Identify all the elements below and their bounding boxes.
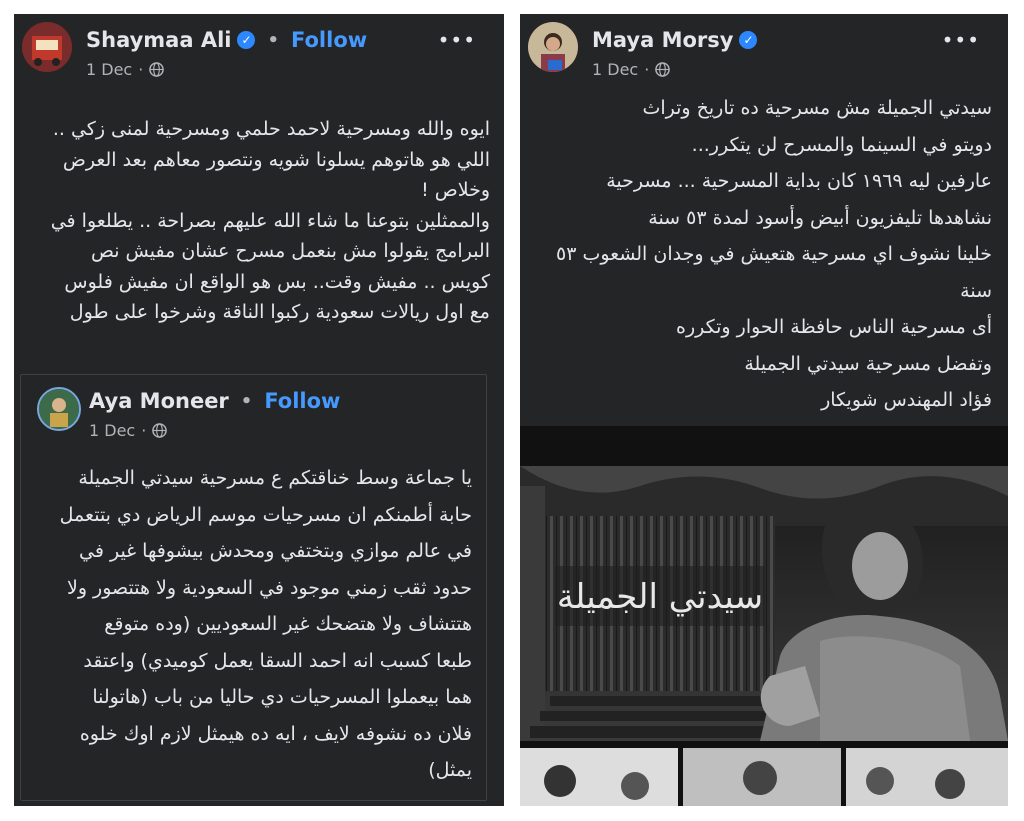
left-post-text: ايوه والله ومسرحية لاحمد حلمي ومسرحية لم…	[20, 114, 490, 328]
post-line: البرامج يقولوا مش بنعمل مسرح عشان مفيش ن…	[90, 240, 490, 262]
author-name[interactable]: Shaymaa Ali	[86, 28, 231, 52]
separator-dot: ·	[644, 60, 650, 79]
post-line: ايوه والله ومسرحية لاحمد حلمي ومسرحية لم…	[52, 118, 490, 140]
post-line: والممثلين بتوعنا ما شاء الله عليهم بصراح…	[50, 209, 490, 232]
photo-title: سيدتي الجميلة	[555, 566, 765, 626]
avatar[interactable]	[37, 387, 81, 431]
more-options-icon[interactable]: •••	[438, 28, 476, 52]
left-post-card: Shaymaa Ali ✓ • Follow 1 Dec · ••• ايوه …	[14, 14, 504, 806]
verified-badge-icon: ✓	[739, 31, 758, 49]
follow-button[interactable]: Follow	[291, 28, 367, 52]
post-date[interactable]: 1 Dec	[89, 421, 135, 440]
post-line: أى مسرحية الناس حافظة الحوار وتكرره	[676, 316, 992, 338]
verified-badge-icon: ✓	[237, 31, 256, 49]
separator-dot: •	[267, 29, 279, 51]
post-meta: 1 Dec ·	[86, 60, 165, 79]
post-line: فلان ده نشوفه لايف ، ايه ده هيمثل لازم ا…	[79, 722, 472, 745]
post-line: اللي هو هاتوهم يسلونا شويه ونتصور معاهم …	[62, 148, 490, 171]
globe-icon	[149, 62, 165, 77]
post-line: وخلاص !	[421, 179, 490, 201]
post-date[interactable]: 1 Dec	[86, 60, 132, 79]
post-line: وتفضل مسرحية سيدتي الجميلة	[744, 352, 992, 375]
post-photo[interactable]: سيدتي الجميلة	[520, 426, 1008, 806]
separator-dot: ·	[141, 421, 147, 440]
post-date[interactable]: 1 Dec	[592, 60, 638, 79]
right-post-header: Maya Morsy ✓ 1 Dec · •••	[528, 14, 1000, 84]
post-line: طبعا كسبب انه احمد السقا يعمل كوميدي) وا…	[83, 649, 472, 672]
post-meta: 1 Dec ·	[592, 60, 671, 79]
avatar[interactable]	[528, 22, 578, 72]
globe-icon	[152, 423, 168, 438]
post-line: في عالم موازي وبتختفي ومحدش بيشوفها غير …	[79, 540, 472, 562]
left-post-header: Shaymaa Ali ✓ • Follow 1 Dec · •••	[22, 14, 496, 84]
post-line: يا جماعة وسط خناقتكم ع مسرحية سيدتي الجم…	[78, 467, 472, 489]
author-row: Shaymaa Ali ✓ • Follow	[86, 28, 367, 52]
post-line: هتتشاف ولا هتضحك غير السعوديين (وده متوق…	[104, 613, 472, 635]
post-line: يمثل)	[428, 759, 472, 781]
shared-post-card[interactable]: Aya Moneer • Follow 1 Dec · يا جماعة وسط…	[20, 374, 487, 801]
post-line: نشاهدها تليفزيون أبيض وأسود لمدة ٥٣ سنة	[648, 206, 992, 229]
more-options-icon[interactable]: •••	[942, 28, 980, 52]
post-line: دويتو في السينما والمسرح لن يتكرر...	[691, 133, 992, 156]
separator-dot: •	[240, 390, 253, 412]
post-line: هما بيعملوا المسرحيات دي حاليا من باب (ه…	[92, 686, 472, 708]
globe-icon	[655, 62, 671, 77]
shared-post-text: يا جماعة وسط خناقتكم ع مسرحية سيدتي الجم…	[27, 460, 472, 789]
theater-still-image: سيدتي الجميلة	[520, 426, 1008, 806]
post-line: عارفين ليه ١٩٦٩ كان بداية المسرحية ... م…	[606, 170, 992, 192]
right-post-text: سيدتي الجميلة مش مسرحية ده تاريخ وتراث د…	[524, 90, 992, 419]
author-name[interactable]: Aya Moneer	[89, 389, 229, 413]
post-line: كويس .. مفيش وقت.. بس هو الواقع ان مفيش …	[64, 270, 490, 293]
right-post-card: Maya Morsy ✓ 1 Dec · ••• سيدتي الجميلة م…	[520, 14, 1008, 806]
post-line: فؤاد المهندس شويكار	[821, 389, 992, 411]
post-line: حابة أطمنكم ان مسرحيات موسم الرياض دي بت…	[59, 503, 472, 526]
follow-button[interactable]: Follow	[264, 389, 340, 413]
shared-post-header: Aya Moneer • Follow 1 Dec ·	[27, 375, 478, 445]
author-name[interactable]: Maya Morsy	[592, 28, 733, 52]
post-line: سنة	[960, 279, 992, 302]
separator-dot: ·	[138, 60, 144, 79]
post-line: سيدتي الجميلة مش مسرحية ده تاريخ وتراث	[642, 97, 992, 119]
svg-text:سيدتي الجميلة: سيدتي الجميلة	[557, 577, 763, 617]
avatar[interactable]	[22, 22, 72, 72]
post-meta: 1 Dec ·	[89, 421, 168, 440]
post-line: خلينا نشوف اي مسرحية هتعيش في وجدان الشع…	[555, 243, 992, 265]
author-row: Maya Morsy ✓	[592, 28, 758, 52]
post-line: مع اول ريالات سعودية ركبوا الناقة وشرخوا…	[69, 301, 490, 323]
author-row: Aya Moneer • Follow	[89, 389, 340, 413]
post-line: حدود ثقب زمني موجود في السعودية ولا هتتص…	[67, 576, 472, 599]
